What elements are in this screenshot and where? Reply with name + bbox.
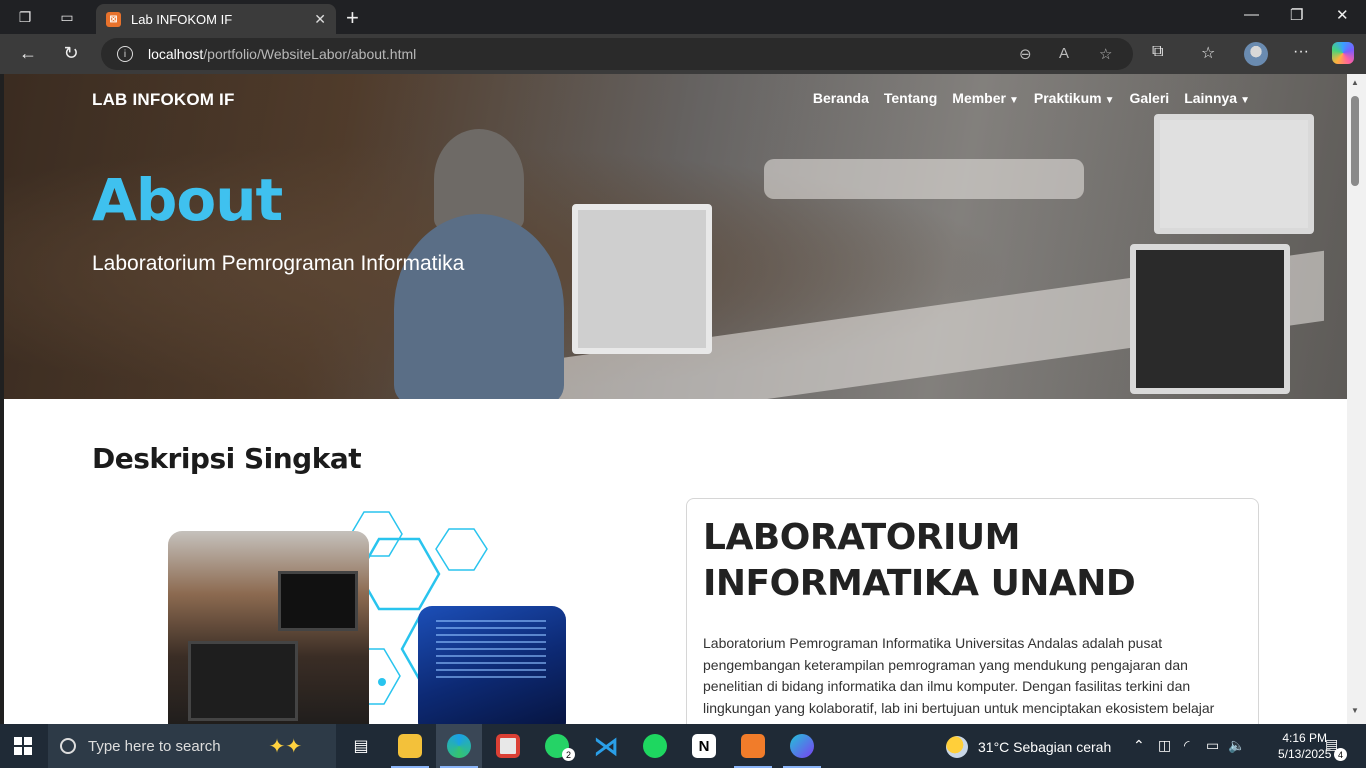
xampp-favicon-icon: ⊠ — [106, 11, 121, 27]
nav-label: Tentang — [883, 90, 938, 106]
hero-title: About — [92, 166, 283, 234]
card-title: LABORATORIUM INFORMATIKA UNAND — [703, 517, 1136, 604]
search-placeholder: Type here to search — [88, 737, 221, 755]
notification-badge: 4 — [1334, 748, 1347, 761]
nav-item-beranda[interactable]: Beranda — [813, 90, 869, 106]
browser-tab-bar: ❐ ▭ ⊠ Lab INFOKOM IF ✕ + — ❐ ✕ — [0, 0, 1366, 34]
image-code-lines-shape — [436, 620, 546, 680]
chevron-down-icon: ▼ — [1008, 95, 1019, 106]
close-window-icon[interactable]: ✕ — [1336, 6, 1349, 24]
url-path: /portfolio/WebsiteLabor/about.html — [203, 46, 417, 62]
refresh-icon[interactable]: ↻ — [60, 43, 82, 64]
zoom-icon[interactable]: ⊖ — [1019, 45, 1032, 63]
weather-widget[interactable]: 31°C Sebagian cerah — [946, 736, 1111, 758]
task-view-icon[interactable]: ▤ — [338, 724, 384, 768]
tab-actions-icon[interactable]: ▭ — [56, 7, 78, 27]
chevron-down-icon: ▼ — [1104, 95, 1115, 106]
description-card: LABORATORIUM INFORMATIKA UNAND Laborator… — [686, 498, 1259, 724]
extensions-icon[interactable]: ⧉ — [1152, 43, 1163, 61]
back-icon[interactable]: ← — [17, 43, 39, 64]
weather-icon — [946, 736, 968, 758]
profile-avatar[interactable] — [1244, 42, 1268, 66]
search-icon — [60, 738, 76, 754]
tray-expand-icon[interactable]: ⌃ — [1133, 737, 1145, 754]
nav-label: Praktikum — [1033, 90, 1102, 106]
nav-item-member[interactable]: Member ▼ — [952, 90, 1019, 106]
xampp-icon[interactable] — [730, 724, 776, 768]
network-icon[interactable]: ◜ — [1184, 737, 1189, 754]
meet-now-icon[interactable]: ◫ — [1158, 737, 1171, 754]
edge-browser-icon[interactable] — [436, 724, 482, 768]
card-text: Laboratorium Pemrograman Informatika Uni… — [703, 635, 1215, 717]
nav-label: Galeri — [1129, 90, 1170, 106]
taskbar-search[interactable]: Type here to search ✦✦ — [48, 724, 336, 768]
section-title: Deskripsi Singkat — [92, 442, 362, 475]
read-aloud-icon[interactable]: A — [1059, 45, 1069, 62]
lab-desk-image — [168, 531, 369, 724]
favorites-icon[interactable]: ☆ — [1201, 43, 1215, 63]
lamp-shape — [764, 159, 1084, 199]
site-brand[interactable]: LAB INFOKOM IF — [92, 90, 235, 110]
windows-taskbar: Type here to search ✦✦ ▤ 2 ⋊ N 31°C Seba… — [0, 724, 1366, 768]
nav-item-galeri[interactable]: Galeri — [1129, 90, 1169, 106]
close-tab-icon[interactable]: ✕ — [314, 11, 326, 28]
chevron-down-icon: ▼ — [1240, 95, 1250, 106]
weather-text: 31°C Sebagian cerah — [978, 739, 1112, 755]
hero-banner: LAB INFOKOM IF Beranda Tentang Member ▼ P… — [4, 74, 1347, 399]
nav-label: Beranda — [812, 90, 869, 106]
spotify-icon[interactable] — [632, 724, 678, 768]
coding-screen-image — [418, 606, 566, 724]
scroll-down-icon[interactable]: ▼ — [1351, 706, 1359, 715]
person-body-shape — [394, 214, 564, 399]
windows-start-icon[interactable] — [14, 737, 32, 755]
browser-tab[interactable]: ⊠ Lab INFOKOM IF ✕ — [96, 4, 336, 34]
monitor-shape — [1154, 114, 1314, 234]
restore-icon[interactable]: ❐ — [1290, 6, 1303, 24]
hero-subtitle: Laboratorium Pemrograman Informatika — [92, 252, 465, 275]
minimize-icon[interactable]: — — [1244, 6, 1259, 23]
todoist-icon[interactable] — [485, 724, 531, 768]
volume-icon[interactable]: 🔈 — [1228, 737, 1245, 754]
canva-icon[interactable] — [779, 724, 825, 768]
page-scrollbar[interactable]: ▲ ▼ — [1347, 74, 1366, 724]
nav-menu: Beranda Tentang Member ▼ Praktikum ▼ Galer… — [813, 90, 1250, 106]
whatsapp-icon[interactable]: 2 — [534, 724, 580, 768]
url-host: localhost — [148, 46, 204, 62]
url-field[interactable]: i localhost/portfolio/WebsiteLabor/about… — [101, 38, 1133, 70]
tab-title: Lab INFOKOM IF — [131, 11, 233, 27]
image-monitor-shape — [188, 641, 298, 721]
monitor-front-shape — [1130, 244, 1290, 394]
sparkle-icon: ✦✦ — [268, 735, 303, 758]
clock-time: 4:16 PM — [1282, 731, 1328, 745]
nav-item-tentang[interactable]: Tentang — [884, 90, 937, 106]
notion-icon[interactable]: N — [681, 724, 727, 768]
more-menu-icon[interactable]: ··· — [1293, 43, 1309, 61]
battery-icon[interactable]: ▭ — [1206, 737, 1219, 754]
vscode-icon[interactable]: ⋊ — [583, 724, 629, 768]
address-toolbar: ← ↻ i localhost/portfolio/WebsiteLabor/a… — [0, 34, 1366, 74]
scrollbar-thumb[interactable] — [1351, 96, 1359, 186]
page-viewport: LAB INFOKOM IF Beranda Tentang Member ▼ P… — [4, 74, 1347, 724]
monitor-back-shape — [572, 204, 712, 354]
site-info-icon[interactable]: i — [117, 46, 133, 62]
workspaces-icon[interactable]: ❐ — [14, 7, 36, 27]
taskbar-clock[interactable]: 4:16 PM 5/13/2025 — [1278, 730, 1331, 762]
nav-label: Lainnya — [1184, 90, 1238, 106]
copilot-icon[interactable] — [1332, 42, 1354, 64]
site-navbar: LAB INFOKOM IF Beranda Tentang Member ▼ P… — [4, 74, 1347, 124]
nav-item-praktikum[interactable]: Praktikum ▼ — [1034, 90, 1115, 106]
nav-item-lainnya[interactable]: Lainnya ▼ — [1184, 90, 1250, 106]
file-explorer-icon[interactable] — [387, 724, 433, 768]
nav-label: Member — [952, 90, 1006, 106]
favorite-star-icon[interactable]: ☆ — [1099, 45, 1112, 63]
image-monitor-shape — [278, 571, 358, 631]
new-tab-icon[interactable]: + — [346, 5, 359, 31]
clock-date: 5/13/2025 — [1278, 747, 1332, 761]
scroll-up-icon[interactable]: ▲ — [1351, 78, 1359, 87]
whatsapp-badge: 2 — [562, 748, 575, 761]
